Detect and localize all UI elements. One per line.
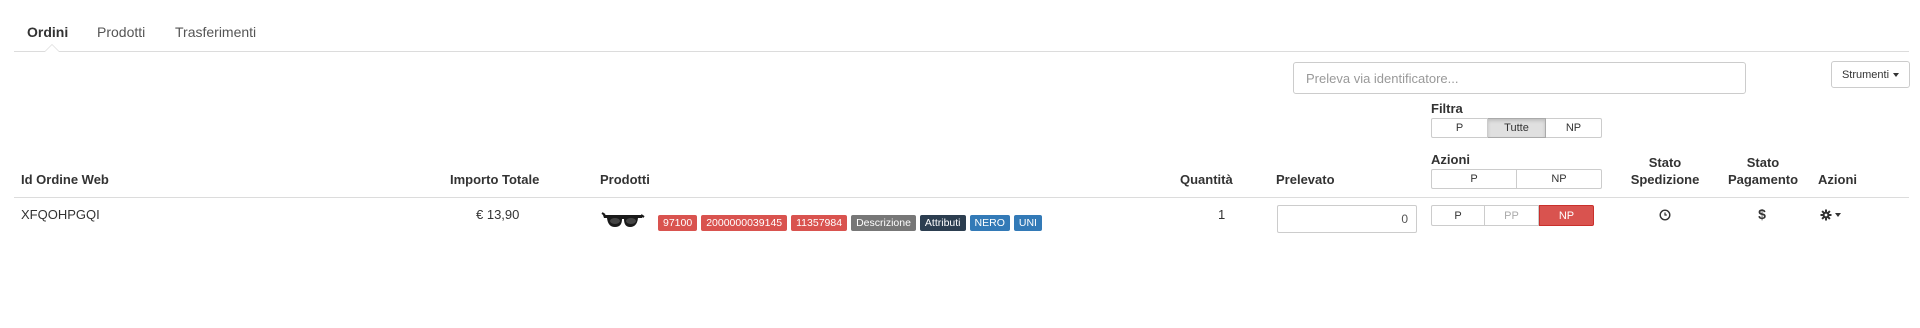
product-tag: 2000000039145 — [701, 215, 788, 231]
clock-icon[interactable] — [1657, 207, 1673, 223]
tab-prodotti[interactable]: Prodotti — [97, 24, 145, 40]
row-p-button[interactable]: P — [1431, 205, 1485, 226]
bulk-p-button[interactable]: P — [1431, 169, 1517, 189]
row-pp-button[interactable]: PP — [1485, 205, 1539, 226]
bulk-actions-label: Azioni — [1431, 152, 1470, 167]
filter-np-button[interactable]: NP — [1546, 118, 1602, 138]
picked-quantity-input[interactable] — [1277, 205, 1417, 233]
header-payment-status: Stato Pagamento — [1718, 154, 1808, 188]
product-tag: 11357984 — [791, 215, 848, 231]
tools-dropdown-button[interactable]: Strumenti — [1831, 61, 1910, 88]
tools-label: Strumenti — [1841, 68, 1890, 81]
row-actions-menu-button[interactable] — [1817, 207, 1843, 223]
order-id-cell: XFQOHPGQI — [21, 207, 100, 222]
header-total: Importo Totale — [450, 172, 540, 187]
chevron-down-icon — [1834, 213, 1841, 217]
filter-label: Filtra — [1431, 101, 1463, 116]
chevron-down-icon — [1893, 72, 1900, 77]
tab-ordini[interactable]: Ordini — [27, 24, 68, 40]
gear-icon — [1820, 209, 1831, 221]
sunglasses-product-image — [601, 209, 645, 233]
product-tag: 97100 — [658, 215, 698, 231]
header-payment-status-line1: Stato — [1746, 155, 1780, 170]
table-header-divider — [14, 197, 1909, 198]
filter-p-button[interactable]: P — [1431, 118, 1488, 138]
dollar-icon[interactable]: $ — [1754, 206, 1770, 222]
header-shipping-status-line1: Stato — [1648, 155, 1682, 170]
quantity-cell: 1 — [1218, 207, 1226, 222]
header-shipping-status: Stato Spedizione — [1620, 154, 1710, 188]
active-tab-indicator — [44, 44, 60, 52]
bulk-np-button[interactable]: NP — [1517, 169, 1602, 189]
filter-button-group: P Tutte NP — [1431, 118, 1602, 138]
product-attributes-tag[interactable]: Attributi — [919, 215, 966, 231]
bulk-actions-button-group: P NP — [1431, 169, 1602, 189]
header-row-actions: Azioni — [1818, 172, 1857, 187]
header-payment-status-line2: Pagamento — [1727, 172, 1799, 187]
tab-bar: Ordini Prodotti Trasferimenti — [14, 0, 1909, 52]
row-pick-button-group: P PP NP — [1431, 205, 1594, 226]
product-description-tag[interactable]: Descrizione — [851, 215, 916, 231]
header-picked: Prelevato — [1276, 172, 1335, 187]
row-np-button[interactable]: NP — [1539, 205, 1594, 226]
product-tag: UNI — [1013, 215, 1042, 231]
header-quantity: Quantità — [1180, 172, 1233, 187]
product-tags: 97100 2000000039145 11357984 Descrizione… — [658, 215, 1046, 231]
filter-all-button[interactable]: Tutte — [1488, 118, 1546, 138]
total-cell: € 13,90 — [476, 207, 520, 222]
product-tag: NERO — [969, 215, 1010, 231]
pick-by-identifier-input[interactable] — [1293, 62, 1746, 94]
header-products: Prodotti — [600, 172, 650, 187]
tab-trasferimenti[interactable]: Trasferimenti — [175, 24, 256, 40]
header-shipping-status-line2: Spedizione — [1630, 172, 1700, 187]
header-order-id: Id Ordine Web — [21, 172, 109, 187]
